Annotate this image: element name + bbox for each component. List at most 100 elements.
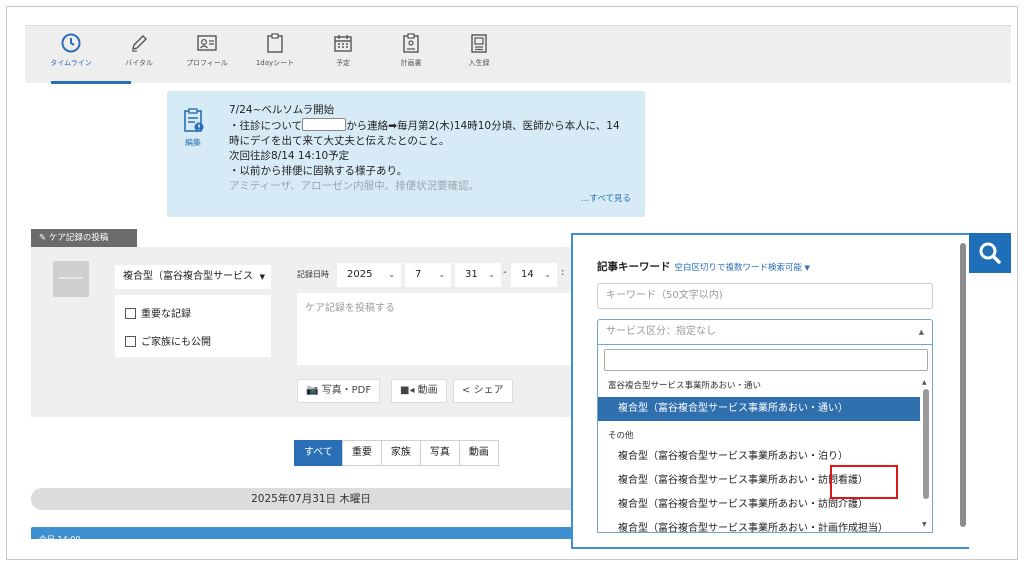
dropdown-scrollbar[interactable]: ▲ ▼ bbox=[922, 379, 930, 531]
attach-photo-pdf-button[interactable]: 📷 写真・PDF bbox=[297, 379, 381, 403]
filter-important-button[interactable]: 重要 bbox=[341, 440, 382, 466]
caret-up-icon: ▲ bbox=[918, 328, 924, 336]
search-title-text: 記事キーワード bbox=[597, 261, 671, 273]
chevron-down-icon: ⌄ bbox=[488, 270, 495, 279]
video-camera-icon: ■◂ bbox=[400, 385, 418, 396]
filter-family-button[interactable]: 家族 bbox=[380, 440, 421, 466]
dropdown-option-selected[interactable]: 複合型（富谷複合型サービス事業所あおい・通い） bbox=[598, 397, 920, 421]
note-line-part: ・往診について bbox=[229, 120, 303, 132]
note-line: アミティーザ、アローゼン内服中。排便状況要確認。 bbox=[229, 180, 480, 192]
tab-schedule-label: 予定 bbox=[336, 59, 350, 67]
care-record-tab-label: ケア記録の投稿 bbox=[48, 233, 109, 243]
tab-1day-sheet-label: 1dayシート bbox=[255, 59, 295, 67]
care-record-panel: 複合型（富谷複合型サービス ▼ 重要な記録 ご家族にも公開 記録日時 2025 ⌄… bbox=[31, 247, 583, 417]
share-button[interactable]: < シェア bbox=[453, 379, 513, 403]
timeline-filter: すべて 重要 家族 写真 動画 bbox=[294, 440, 499, 466]
clipboard-alert-icon bbox=[184, 108, 204, 132]
tab-vital-label: バイタル bbox=[125, 59, 153, 67]
attach-photo-pdf-label: 写真・PDF bbox=[321, 385, 372, 396]
tab-admission[interactable]: 入生録 bbox=[449, 32, 509, 68]
important-checkbox[interactable]: 重要な記録 bbox=[125, 305, 191, 320]
panel-scrollbar[interactable] bbox=[959, 243, 967, 533]
chevron-down-icon: ⌄ bbox=[388, 270, 395, 279]
camera-icon: 📷 bbox=[306, 385, 322, 396]
filter-video-button[interactable]: 動画 bbox=[458, 440, 499, 466]
datetime-label: 記録日時 bbox=[297, 270, 329, 279]
note-line: 7/24~ベルソムラ開始 bbox=[229, 104, 335, 116]
year-value: 2025 bbox=[347, 269, 373, 280]
tab-schedule[interactable]: 予定 bbox=[313, 32, 373, 68]
tab-admission-label: 入生録 bbox=[468, 59, 490, 67]
family-share-checkbox-label: ご家族にも公開 bbox=[141, 337, 211, 348]
profile-card-icon bbox=[197, 35, 217, 51]
calendar-icon bbox=[334, 35, 352, 52]
care-record-textarea[interactable]: ケア記録を投稿する bbox=[297, 293, 583, 365]
date-divider: 2025年07月31日 木曜日 bbox=[31, 488, 591, 510]
chevron-down-icon: ⌄ bbox=[544, 270, 551, 279]
year-select[interactable]: 2025 ⌄ bbox=[337, 263, 401, 287]
pinned-note: 編集 7/24~ベルソムラ開始 ・往診について から連絡➡毎月第2(木)14時10… bbox=[167, 91, 645, 217]
keyword-search-panel: 記事キーワード 空白区切りで複数ワード検索可能 ▼ キーワード（50文字以内) サ… bbox=[571, 233, 969, 549]
document-list-icon bbox=[471, 34, 487, 53]
dropdown-search-input[interactable] bbox=[604, 349, 928, 371]
tab-1day-sheet[interactable]: 1dayシート bbox=[245, 32, 305, 68]
highlight-annotation-box bbox=[830, 465, 898, 499]
tab-timeline-label: タイムライン bbox=[50, 59, 92, 67]
panel-scrollbar-thumb[interactable] bbox=[960, 243, 966, 527]
service-category-select[interactable]: サービス区分：指定なし ▲ bbox=[597, 319, 933, 345]
show-all-link[interactable]: …すべて見る bbox=[581, 192, 631, 204]
note-line: ・往診について から連絡➡毎月第2(木)14時10分頃、医師から本人に、14 bbox=[229, 118, 639, 134]
service-category-placeholder: サービス区分：指定なし bbox=[606, 326, 716, 337]
search-button[interactable] bbox=[969, 233, 1011, 273]
note-text: 7/24~ベルソムラ開始 ・往診について から連絡➡毎月第2(木)14時10分頃、… bbox=[229, 103, 639, 194]
note-line: ・以前から排便に固執する様子あり。 bbox=[229, 165, 408, 177]
share-label: シェア bbox=[473, 385, 504, 396]
day-value: 31 bbox=[465, 269, 478, 280]
date-time-separator: - bbox=[503, 267, 507, 278]
pen-icon bbox=[132, 35, 147, 52]
important-checkbox-label: 重要な記録 bbox=[141, 309, 191, 320]
note-line: 時にデイを出て来て大丈夫と伝えたとのこと。 bbox=[229, 135, 450, 147]
dropdown-option[interactable]: 複合型（富谷複合型サービス事業所あおい・計画作成担当） bbox=[598, 517, 920, 532]
dropdown-scrollbar-thumb[interactable] bbox=[923, 389, 929, 499]
caret-down-icon: ▼ bbox=[259, 273, 265, 281]
clock-icon bbox=[61, 33, 81, 53]
note-line-part: から連絡➡毎月第2(木)14時10分頃、医師から本人に、14 bbox=[346, 120, 620, 132]
search-hint-link[interactable]: 空白区切りで複数ワード検索可能 bbox=[675, 263, 803, 273]
scroll-up-icon: ▲ bbox=[922, 379, 927, 386]
month-select[interactable]: 7 ⌄ bbox=[405, 263, 451, 287]
tab-vital[interactable]: バイタル bbox=[109, 32, 169, 68]
attach-video-button[interactable]: ■◂ 動画 bbox=[391, 379, 447, 403]
filter-all-button[interactable]: すべて bbox=[294, 440, 343, 466]
service-select[interactable]: 複合型（富谷複合型サービス ▼ bbox=[115, 265, 271, 289]
tab-timeline[interactable]: タイムライン bbox=[41, 32, 101, 68]
search-title: 記事キーワード 空白区切りで複数ワード検索可能 ▼ bbox=[597, 259, 810, 274]
checkbox-icon bbox=[125, 308, 136, 319]
search-icon bbox=[979, 242, 1001, 264]
active-tab-underline bbox=[51, 81, 131, 84]
edit-note-link[interactable]: 編集 bbox=[185, 137, 201, 148]
redacted-box bbox=[302, 118, 347, 131]
tab-plan[interactable]: 計画書 bbox=[381, 32, 441, 68]
attach-video-label: 動画 bbox=[417, 385, 438, 396]
share-icon: < bbox=[462, 385, 474, 396]
care-record-tab[interactable]: ✎ ケア記録の投稿 bbox=[31, 229, 137, 247]
scroll-down-icon: ▼ bbox=[922, 521, 927, 528]
top-nav: タイムライン バイタル プロフィール 1dayシート 予定 計画書 入生録 bbox=[25, 25, 1011, 84]
month-value: 7 bbox=[415, 269, 422, 280]
keyword-input[interactable]: キーワード（50文字以内) bbox=[597, 283, 933, 309]
chevron-down-icon: ⌄ bbox=[438, 270, 445, 279]
timeline-entry-header[interactable]: 今日 14:00 bbox=[31, 527, 583, 544]
hour-select[interactable]: 14 ⌄ bbox=[511, 263, 557, 287]
service-select-value: 複合型（富谷複合型サービス bbox=[123, 271, 253, 282]
filter-photo-button[interactable]: 写真 bbox=[419, 440, 460, 466]
timeline-entry-time: 今日 14:00 bbox=[39, 535, 81, 544]
record-options: 重要な記録 ご家族にも公開 bbox=[115, 295, 271, 357]
app-window: タイムライン バイタル プロフィール 1dayシート 予定 計画書 入生録 編集… bbox=[6, 6, 1018, 560]
tab-profile[interactable]: プロフィール bbox=[177, 32, 237, 68]
family-share-checkbox[interactable]: ご家族にも公開 bbox=[125, 333, 211, 348]
edit-icon: ✎ bbox=[39, 233, 49, 243]
day-select[interactable]: 31 ⌄ bbox=[455, 263, 501, 287]
avatar bbox=[53, 261, 89, 297]
service-category-dropdown: 富谷複合型サービス事業所あおい・通い 複合型（富谷複合型サービス事業所あおい・通… bbox=[597, 345, 933, 533]
